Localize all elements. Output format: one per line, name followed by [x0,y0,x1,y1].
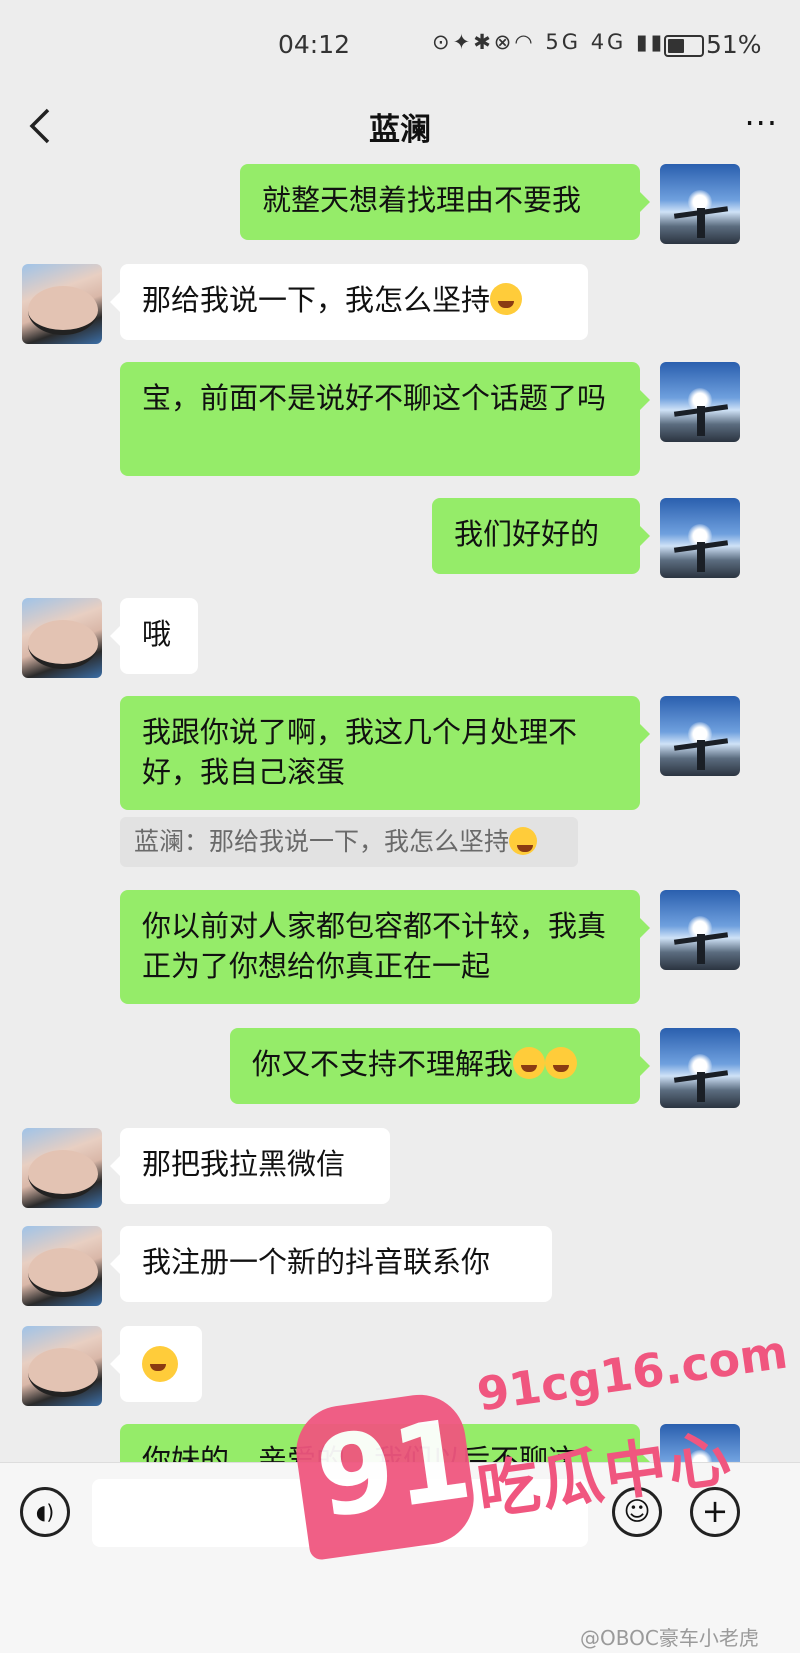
message-text: 我们好好的 [454,517,600,551]
avatar-me[interactable] [660,498,740,578]
message-bubble-me[interactable]: 我跟你说了啊，我这几个月处理不好，我自己滚蛋 [120,696,650,810]
angry-emoji-icon [513,1047,546,1079]
message-text: 我跟你说了啊，我这几个月处理不好，我自己滚蛋 [142,715,578,789]
avatar-contact[interactable] [22,1326,102,1406]
avatar-me[interactable] [660,164,740,244]
watermark-credit: @OBOC豪车小老虎 [580,1626,759,1650]
message-bubble-contact[interactable] [110,1326,202,1402]
message-text: 那把我拉黑微信 [142,1147,346,1181]
grinning-squinting-emoji-icon [509,827,538,855]
avatar-contact[interactable] [22,1226,102,1306]
message-text: 你以前对人家都包容都不计较，我真正为了你想给你真正在一起 [142,909,607,983]
message-bubble-me[interactable]: 宝，前面不是说好不聊这个话题了吗 [120,362,650,476]
message-bubble-contact[interactable]: 哦 [110,598,198,674]
quote-text: 蓝澜：那给我说一下，我怎么坚持 [134,827,510,856]
avatar-me[interactable] [660,362,740,442]
message-bubble-me[interactable]: 就整天想着找理由不要我 [240,164,650,240]
avatar-me[interactable] [660,1028,740,1108]
message-text: 你又不支持不理解我 [252,1047,514,1081]
message-text: 我注册一个新的抖音联系你 [142,1245,491,1279]
crying-emoji-icon [545,1047,578,1079]
message-bubble-contact[interactable]: 我注册一个新的抖音联系你 [110,1226,552,1302]
avatar-me[interactable] [660,890,740,970]
voice-icon[interactable]: ◖) [20,1487,70,1537]
message-text: 那给我说一下，我怎么坚持 [142,283,491,317]
grinning-squinting-emoji-icon [490,283,523,315]
avatar-me[interactable] [660,696,740,776]
message-text: 就整天想着找理由不要我 [262,183,582,217]
quoted-message[interactable]: 蓝澜：那给我说一下，我怎么坚持 [120,817,578,867]
message-bubble-contact[interactable]: 那给我说一下，我怎么坚持 [110,264,588,340]
grinning-emoji-icon [142,1346,178,1382]
message-bubble-me[interactable]: 你又不支持不理解我 [230,1028,650,1104]
message-bubble-contact[interactable]: 那把我拉黑微信 [110,1128,390,1204]
message-list[interactable]: 就整天想着找理由不要我 那给我说一下，我怎么坚持 宝，前面不是说好不聊这个话题了… [0,0,800,1540]
message-bubble-me[interactable]: 你以前对人家都包容都不计较，我真正为了你想给你真正在一起 [120,890,650,1004]
message-text: 宝，前面不是说好不聊这个话题了吗 [142,381,607,415]
message-bubble-me[interactable]: 我们好好的 [432,498,650,574]
avatar-contact[interactable] [22,598,102,678]
avatar-contact[interactable] [22,264,102,344]
watermark-logo: 91 [290,1388,480,1562]
message-text: 哦 [142,617,172,651]
avatar-contact[interactable] [22,1128,102,1208]
